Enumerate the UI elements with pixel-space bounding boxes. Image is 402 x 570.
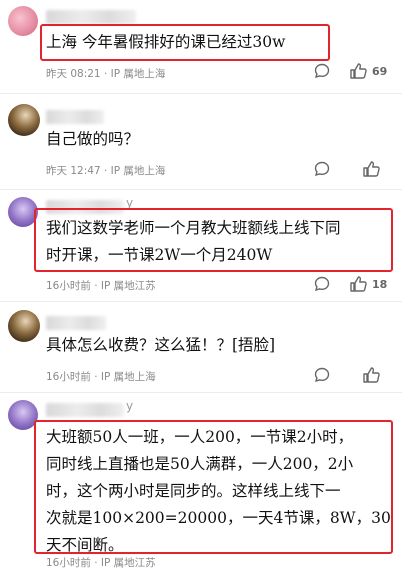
comment-text: 大班额50人一班，一人200，一节课2小时， 同时线上直播也是50人满群，一人2…	[46, 428, 391, 554]
thumb-up-icon[interactable]	[349, 275, 368, 293]
comment-text: 自己做的吗？	[46, 130, 140, 148]
divider	[0, 189, 402, 190]
comment-meta: 16小时前 · IP 属地江苏	[46, 557, 156, 569]
comment-bubble-icon[interactable]	[313, 275, 331, 293]
comment-bubble-icon[interactable]	[313, 62, 331, 80]
comment-meta: 16小时前 · IP 属地上海	[46, 371, 156, 383]
like-count: 69	[372, 65, 388, 78]
comment-bubble-icon[interactable]	[313, 160, 331, 178]
comment-meta: 16小时前 · IP 属地江苏	[46, 280, 156, 292]
comment-bubble-icon[interactable]	[313, 366, 331, 384]
thumb-up-icon[interactable]	[362, 366, 381, 384]
comment-ip: IP 属地江苏	[100, 280, 156, 292]
username-blurred[interactable]	[46, 110, 104, 124]
comment-ip: IP 属地上海	[100, 371, 156, 383]
comment-text: 我们这数学老师一个月教大班额线上线下同 时开课，一节课2W一个月240W	[46, 219, 341, 264]
comment-time: 16小时前	[46, 280, 91, 292]
thumb-up-icon[interactable]	[362, 160, 381, 178]
comment-ip: IP 属地上海	[110, 68, 166, 80]
avatar[interactable]	[8, 104, 40, 136]
divider	[0, 392, 402, 393]
comment-time: 16小时前	[46, 557, 91, 569]
comment-time: 昨天 12:47	[46, 165, 101, 177]
avatar[interactable]	[8, 6, 38, 36]
like-count: 18	[372, 278, 388, 291]
thumb-up-icon[interactable]	[349, 62, 368, 80]
comment-ip: IP 属地上海	[110, 165, 166, 177]
divider	[0, 93, 402, 94]
comment-text: 上海 今年暑假排好的课已经过30w	[46, 33, 286, 51]
username-blurred[interactable]	[46, 403, 124, 417]
comment-meta: 昨天 12:47 · IP 属地上海	[46, 165, 166, 177]
comment-time: 昨天 08:21	[46, 68, 101, 80]
username-blurred[interactable]	[46, 316, 106, 330]
username-suffix: y	[126, 399, 134, 413]
divider	[0, 301, 402, 302]
comment-meta: 昨天 08:21 · IP 属地上海	[46, 68, 166, 80]
avatar[interactable]	[8, 310, 40, 342]
comment-time: 16小时前	[46, 371, 91, 383]
comment-ip: IP 属地江苏	[100, 557, 156, 569]
comment-text: 具体怎么收费？这么猛！？[捂脸]	[46, 336, 276, 354]
username-blurred[interactable]	[46, 10, 136, 24]
